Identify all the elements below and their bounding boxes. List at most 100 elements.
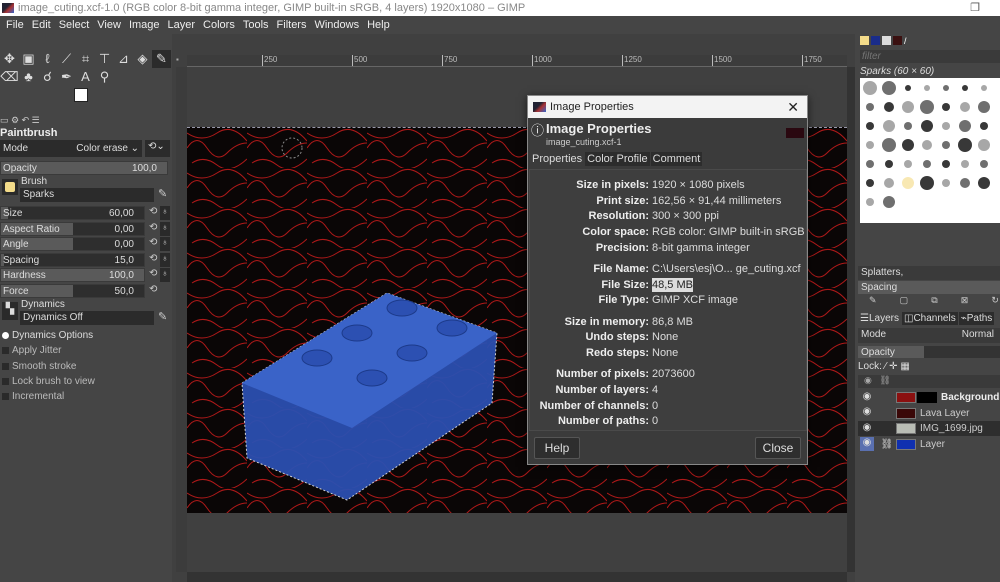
lock-position-icon[interactable]: ✛ [889, 361, 897, 372]
menu-edit[interactable]: Edit [28, 19, 55, 31]
menu-layer[interactable]: Layer [164, 19, 200, 31]
brush-tags-field[interactable]: Splatters, [858, 266, 1000, 280]
clone-icon[interactable]: ♣ [19, 68, 38, 86]
hardness-slider[interactable]: Hardness 100,0 [0, 268, 145, 282]
images-tab-icon[interactable] [893, 36, 902, 45]
brush-thumbnail[interactable] [882, 138, 896, 152]
edit-brush-icon[interactable]: ✎ [869, 295, 877, 306]
help-button[interactable]: Help [534, 437, 580, 459]
reset-icon[interactable]: ⟲ [149, 268, 157, 279]
menu-file[interactable]: File [2, 19, 28, 31]
rect-select-icon[interactable]: ▣ [19, 50, 38, 68]
brush-thumbnail[interactable] [981, 85, 987, 91]
dynamics-icon[interactable]: ▚ [2, 302, 18, 320]
menu-select[interactable]: Select [55, 19, 94, 31]
brush-thumbnail[interactable] [980, 122, 988, 130]
brush-thumbnail[interactable] [866, 160, 874, 168]
brush-thumbnail[interactable] [902, 139, 914, 151]
brush-thumbnail[interactable] [863, 81, 877, 95]
vertical-ruler[interactable] [176, 67, 187, 572]
brush-thumbnail[interactable] [943, 85, 949, 91]
brush-thumbnail[interactable] [978, 139, 990, 151]
tab-color-profile[interactable]: Color Profile [585, 152, 650, 166]
options-tab-icons[interactable]: ▭ ⚙ ↶ ☰ [0, 115, 40, 126]
eye-icon[interactable]: ◉ [860, 391, 874, 405]
fg-bg-colors[interactable] [74, 88, 96, 110]
menu-help[interactable]: Help [363, 19, 394, 31]
bucket-fill-icon[interactable]: ◈ [133, 50, 152, 68]
restore-button[interactable]: ❐ [970, 0, 980, 16]
brush-thumbnail[interactable] [884, 178, 894, 188]
brush-thumbnail[interactable] [866, 141, 874, 149]
check-apply-jitter[interactable]: Apply Jitter [2, 345, 61, 356]
brush-thumbnail[interactable] [960, 178, 970, 188]
lock-alpha-icon[interactable]: ▦ [900, 361, 909, 372]
brush-thumbnail[interactable] [866, 179, 874, 187]
brush-thumbnail[interactable] [885, 160, 893, 168]
brush-thumbnail[interactable] [882, 81, 896, 95]
angle-slider[interactable]: Angle 0,00 [0, 237, 145, 251]
fonts-tab-icon[interactable] [882, 36, 891, 45]
link-icon[interactable]: ♁ [160, 221, 170, 236]
brush-filter-input[interactable] [860, 50, 1000, 63]
check-smooth-stroke[interactable]: Smooth stroke [2, 361, 76, 372]
brush-thumbnail[interactable] [942, 179, 950, 187]
spacing-slider[interactable]: Spacing 15,0 [0, 252, 145, 267]
reset-icon[interactable]: ⟲ [149, 284, 157, 295]
fuzzy-select-icon[interactable]: ⟋ [57, 50, 76, 68]
brush-thumbnail[interactable] [960, 102, 970, 112]
tab-properties[interactable]: Properties [530, 152, 584, 166]
brush-thumbnail[interactable] [942, 103, 950, 111]
patterns-tab-icon[interactable] [871, 36, 880, 45]
lasso-icon[interactable]: ℓ [38, 50, 57, 68]
layer-mode-select[interactable]: Mode Normal [858, 328, 1000, 343]
brush-thumbnail[interactable] [958, 138, 972, 152]
chain-icon[interactable]: ⛓ [878, 439, 896, 450]
edit-brush-icon[interactable]: ✎ [158, 187, 167, 200]
tab-channels[interactable]: ◫Channels [901, 312, 958, 325]
force-slider[interactable]: Force 50,0 [0, 283, 145, 298]
warp-icon[interactable]: ⊿ [114, 50, 133, 68]
link-icon[interactable]: ♁ [160, 206, 170, 220]
menu-image[interactable]: Image [125, 19, 164, 31]
check-lock-brush-to-view[interactable]: Lock brush to view [2, 376, 95, 387]
mode-select[interactable]: Mode Color erase ⌄ [0, 140, 142, 157]
brushes-tab-icon[interactable] [860, 36, 869, 45]
brush-spacing-slider[interactable]: Spacing [858, 281, 1000, 294]
eye-icon[interactable]: ◉ [860, 406, 874, 420]
brush-thumbnail[interactable] [962, 85, 968, 91]
reset-icon[interactable]: ⟲ [149, 253, 157, 264]
check-incremental[interactable]: Incremental [2, 391, 64, 402]
text-icon[interactable]: A [76, 68, 95, 86]
brush-thumbnail[interactable] [921, 120, 933, 132]
brush-thumbnail[interactable] [922, 140, 932, 150]
layer-opacity-slider[interactable]: Opacity [858, 346, 1000, 358]
eye-icon[interactable]: ◉ [860, 422, 874, 436]
brush-name-field[interactable]: Sparks [20, 188, 154, 202]
eye-icon[interactable]: ◉ [860, 437, 874, 451]
menu-tools[interactable]: Tools [239, 19, 273, 31]
layer-row[interactable]: ◉ ⛓ Layer [858, 437, 1000, 452]
paint-tab-icon[interactable]: / [904, 36, 913, 46]
tab-comment[interactable]: Comment [650, 152, 703, 166]
vertical-scrollbar[interactable] [847, 67, 855, 572]
brush-thumbnail[interactable] [866, 103, 874, 111]
brush-thumbnail[interactable] [978, 101, 990, 113]
brush-thumbnail[interactable] [978, 177, 990, 189]
brush-thumbnail[interactable] [883, 120, 895, 132]
menu-view[interactable]: View [93, 19, 125, 31]
layer-row[interactable]: ◉ Background [858, 390, 1000, 405]
reset-mode-button[interactable]: ⟲⌄ [145, 140, 170, 157]
eraser-icon[interactable]: ⌫ [0, 68, 19, 86]
menu-windows[interactable]: Windows [310, 19, 363, 31]
brush-thumbnail[interactable] [866, 198, 874, 206]
brush-thumbnail[interactable] [883, 196, 895, 208]
brush-thumbnail[interactable] [942, 122, 950, 130]
aspect-ratio-slider[interactable]: Aspect Ratio 0,00 [0, 221, 145, 236]
tab-layers[interactable]: ☰Layers [858, 312, 901, 325]
menu-filters[interactable]: Filters [273, 19, 311, 31]
brush-grid[interactable] [860, 78, 1000, 223]
transform-icon[interactable]: ⊤ [95, 50, 114, 68]
brush-thumbnail[interactable] [923, 160, 931, 168]
paths-icon[interactable]: ✒ [57, 68, 76, 86]
